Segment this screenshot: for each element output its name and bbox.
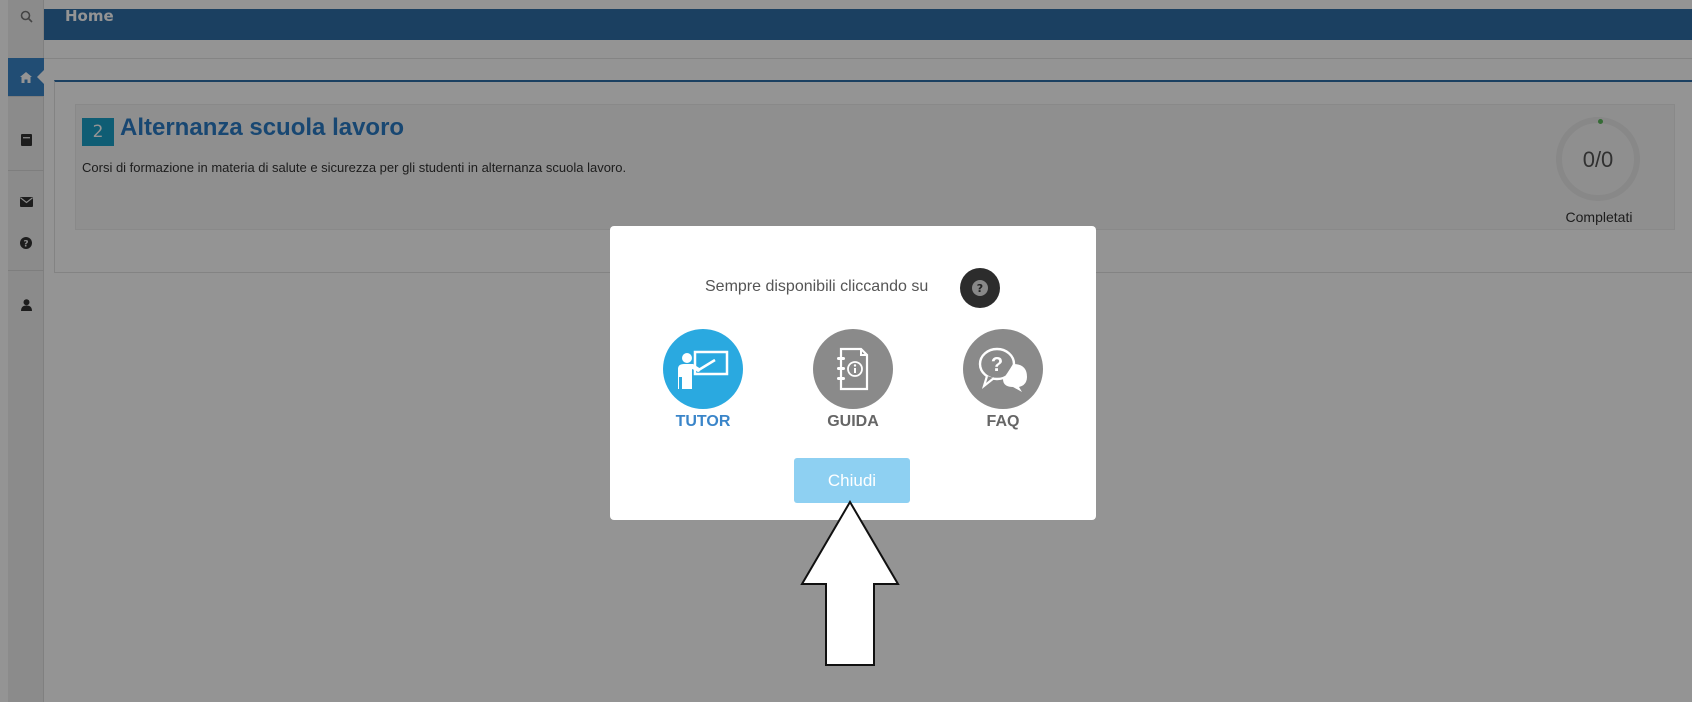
guide-option[interactable]: GUIDA <box>803 329 903 431</box>
up-arrow-icon <box>800 500 900 666</box>
guide-book-icon[interactable] <box>813 329 893 409</box>
help-modal: Sempre disponibili cliccando su ? TUTOR <box>610 226 1096 520</box>
close-button[interactable]: Chiudi <box>794 458 910 503</box>
modal-message: Sempre disponibili cliccando su <box>705 278 929 295</box>
faq-label[interactable]: FAQ <box>953 413 1053 431</box>
guide-label[interactable]: GUIDA <box>803 413 903 431</box>
svg-text:?: ? <box>991 354 1003 376</box>
tutor-option[interactable]: TUTOR <box>653 329 753 431</box>
tutor-label[interactable]: TUTOR <box>653 413 753 431</box>
faq-chat-icon[interactable]: ? <box>963 329 1043 409</box>
teacher-icon[interactable] <box>663 329 743 409</box>
faq-option[interactable]: ? FAQ <box>953 329 1053 431</box>
question-circle-icon: ? <box>960 268 1000 308</box>
